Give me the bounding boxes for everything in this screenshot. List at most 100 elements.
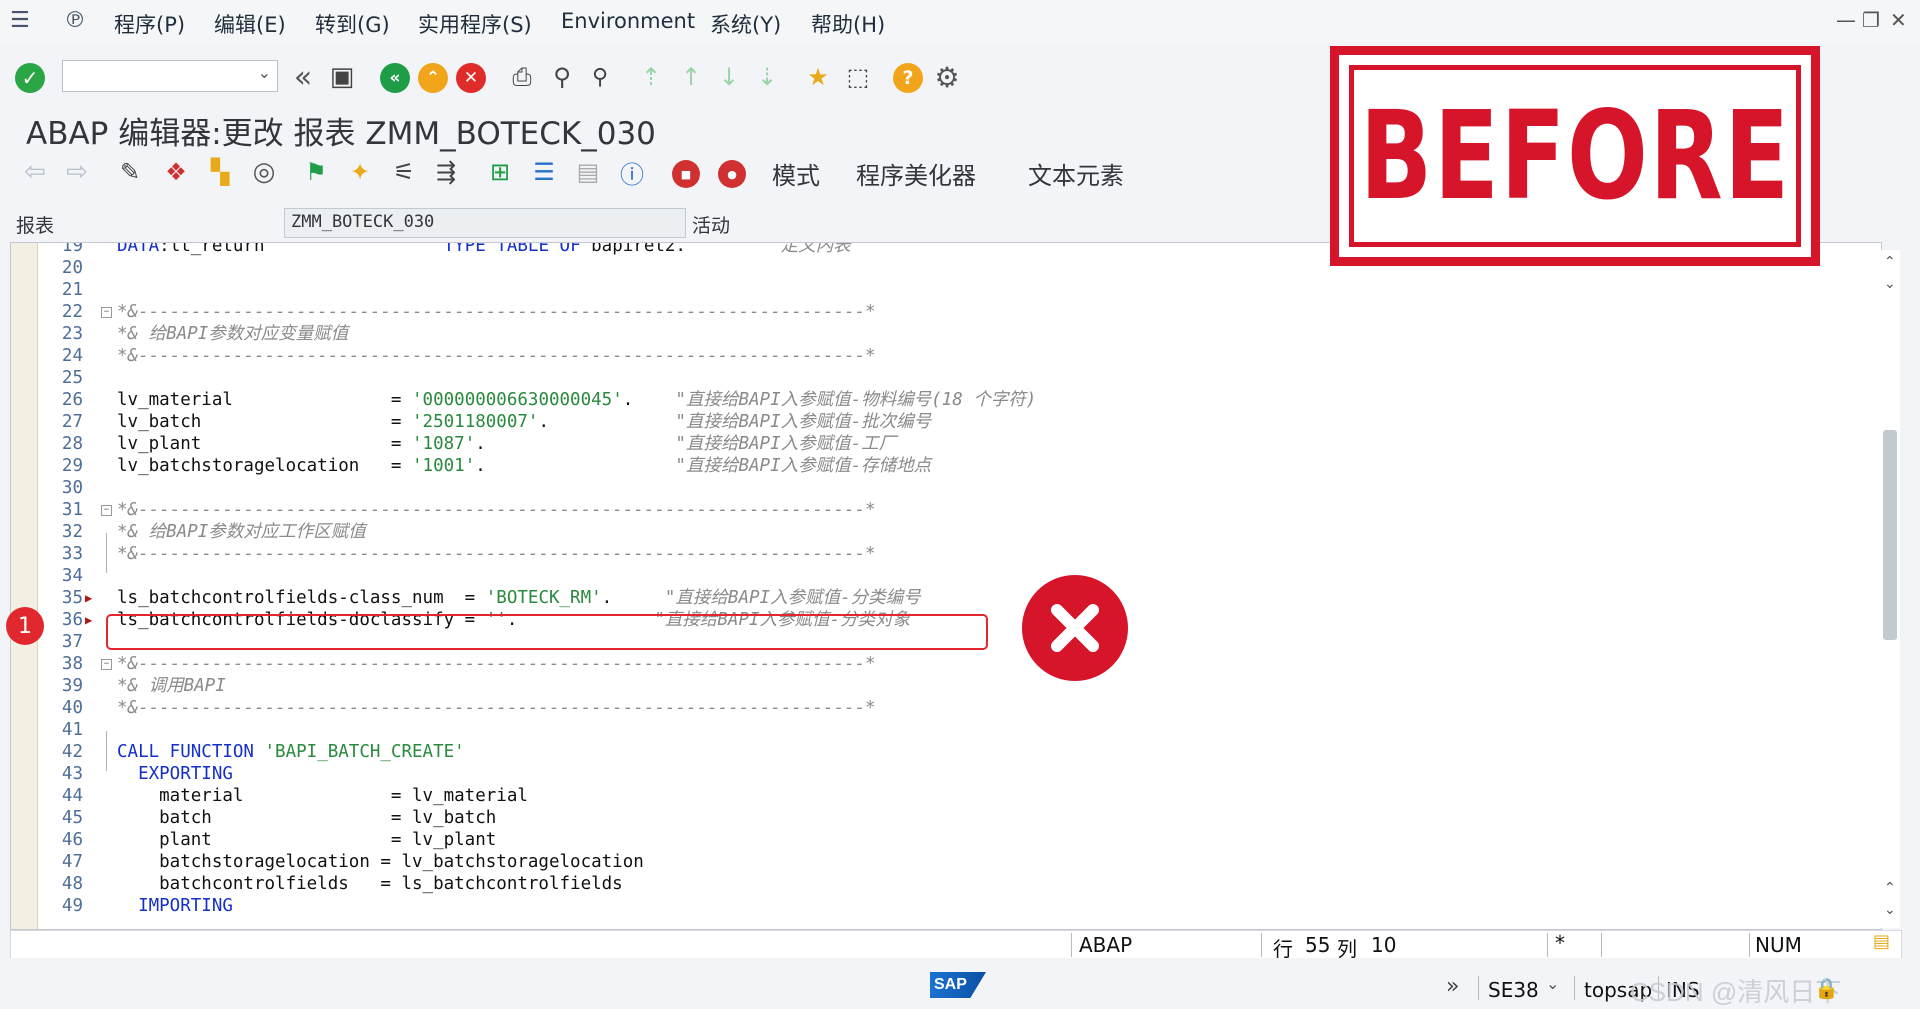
pretty-printer-button[interactable]: 程序美化器 (856, 156, 976, 191)
menu-utilities[interactable]: 实用程序(S) (418, 9, 532, 39)
display-change-icon[interactable]: ✎ (114, 156, 146, 188)
status-transaction[interactable]: SE38 (1488, 978, 1539, 1002)
cancel-icon[interactable]: ✕ (456, 63, 486, 93)
where-used-icon[interactable]: ⚟ (388, 156, 420, 188)
help-icon[interactable]: ? (893, 63, 923, 93)
line-code: *& 调用BAPI (117, 675, 226, 697)
chevron-down-icon[interactable]: ⌄ (1546, 974, 1559, 993)
code-token: batchcontrolfields = ls_batchcontrolfiel… (117, 874, 623, 894)
expand-status-icon[interactable]: » (1446, 974, 1459, 999)
layout-menu-icon[interactable]: ℗ (64, 8, 86, 33)
code-line[interactable]: 33 *&------------------------------------… (11, 543, 1871, 565)
scrollbar-thumb[interactable] (1883, 430, 1897, 640)
line-number: 32 (61, 522, 83, 542)
menu-edit[interactable]: 编辑(E) (214, 9, 286, 39)
exit-icon[interactable]: ⌃ (418, 63, 448, 93)
scroll-down-icon[interactable]: ⌄ (1884, 276, 1896, 292)
print-icon[interactable]: ⎙ (506, 60, 538, 94)
code-line[interactable]: 29 lv_batchstoragelocation = '1001'. "直接给… (11, 455, 1871, 477)
code-line[interactable]: 28 lv_plant = '1087'. "直接给BAPI入参赋值-工厂 (11, 433, 1871, 455)
vertical-scrollbar[interactable]: ⌃ ⌄ ⌃ ⌄ (1880, 250, 1900, 928)
menu-environment[interactable]: Environment (561, 9, 695, 33)
minimize-icon[interactable]: — (1836, 8, 1856, 32)
text-elements-button[interactable]: 文本元素 (1028, 156, 1124, 191)
fold-toggle-icon[interactable]: − (101, 659, 112, 670)
line-number: 24 (61, 346, 83, 366)
window-menu-icon[interactable]: ☰ (10, 8, 30, 33)
clipboard-icon[interactable]: ▤ (1873, 931, 1890, 952)
code-line[interactable]: 30 (11, 477, 1871, 499)
scroll-up-icon[interactable]: ⌃ (1884, 254, 1896, 270)
code-line[interactable]: 35 ▶ ls_batchcontrolfields-class_num = 'BO… (11, 587, 1871, 609)
check-icon[interactable]: ◎ (248, 156, 280, 188)
code-line[interactable]: 31 − *&-----------------------------------… (11, 499, 1871, 521)
save-icon[interactable]: ▣ (326, 60, 358, 94)
code-line[interactable]: 46 plant = lv_plant (11, 829, 1871, 851)
last-page-icon[interactable]: ⇣ (752, 60, 782, 94)
object-list-icon[interactable]: ⊞ (484, 156, 516, 188)
code-line[interactable]: 40 *&------------------------------------… (11, 697, 1871, 719)
code-line[interactable]: 49 IMPORTING (11, 895, 1871, 917)
navigation-icon[interactable]: ⇶ (430, 156, 462, 188)
code-line[interactable]: 22 − *&-----------------------------------… (11, 301, 1871, 323)
active-inactive-icon[interactable]: ❖ (160, 156, 192, 188)
find-icon[interactable]: ⚲ (546, 60, 578, 94)
fullscreen-icon[interactable]: ▤ (572, 156, 604, 188)
divider (1261, 933, 1262, 957)
settings-gear-icon[interactable]: ⚙ (930, 60, 964, 94)
scroll-page-up-icon[interactable]: ⌃ (1884, 880, 1896, 896)
forward-arrow-icon[interactable]: ⇨ (62, 156, 92, 188)
code-line[interactable]: 23 *& 给BAPI参数对应变量赋值 (11, 323, 1871, 345)
first-page-icon[interactable]: ⇡ (636, 60, 666, 94)
code-line[interactable]: 41 (11, 719, 1871, 741)
line-code: material = lv_material (117, 785, 528, 807)
code-line[interactable]: 32 *& 给BAPI参数对应工作区赋值 (11, 521, 1871, 543)
menu-system[interactable]: 系统(Y) (710, 9, 781, 39)
code-line[interactable]: 34 (11, 565, 1871, 587)
code-editor[interactable]: 19 DATA:lt_return TYPE TABLE OF bapiret2.… (10, 242, 1882, 930)
chevron-down-icon[interactable]: ⌄ (258, 63, 271, 82)
new-session-icon[interactable]: ★ (802, 60, 834, 94)
code-line[interactable]: 26 lv_material = '000000006630000045'. "直… (11, 389, 1871, 411)
set-breakpoint-icon[interactable]: ■ (672, 160, 700, 188)
find-next-icon[interactable]: ⚲ (584, 60, 616, 94)
history-back-icon[interactable]: « (288, 60, 318, 95)
code-line[interactable]: 43 EXPORTING (11, 763, 1871, 785)
close-icon[interactable]: ✕ (1890, 8, 1907, 32)
line-code: *&--------------------------------------… (117, 543, 876, 565)
code-line[interactable]: 25 (11, 367, 1871, 389)
test-magic-wand-icon[interactable]: ✦ (344, 156, 376, 188)
code-line[interactable]: 39 *& 调用BAPI (11, 675, 1871, 697)
code-line[interactable]: 24 *&------------------------------------… (11, 345, 1871, 367)
code-line[interactable]: 21 (11, 279, 1871, 301)
restore-icon[interactable]: ❐ (1862, 8, 1880, 32)
shortcut-icon[interactable]: ⬚ (842, 60, 874, 94)
code-line[interactable]: 38 − *&-----------------------------------… (11, 653, 1871, 675)
other-object-icon[interactable]: ▚ (204, 156, 236, 188)
code-line[interactable]: 47 batchstoragelocation = lv_batchstorag… (11, 851, 1871, 873)
command-field[interactable]: ⌄ (62, 60, 278, 92)
previous-page-icon[interactable]: ↑ (676, 60, 706, 94)
line-number: 27 (61, 412, 83, 432)
fold-toggle-icon[interactable]: − (101, 505, 112, 516)
next-page-icon[interactable]: ↓ (714, 60, 744, 94)
external-breakpoint-icon[interactable]: ● (718, 160, 746, 188)
code-line[interactable]: 27 lv_batch = '2501180007'. "直接给BAPI入参赋值-… (11, 411, 1871, 433)
scroll-page-down-icon[interactable]: ⌄ (1884, 902, 1896, 918)
menu-goto[interactable]: 转到(G) (315, 9, 390, 39)
code-line[interactable]: 45 batch = lv_batch (11, 807, 1871, 829)
enter-icon[interactable]: ✓ (15, 63, 45, 93)
back-arrow-icon[interactable]: ⇦ (20, 156, 50, 188)
fold-toggle-icon[interactable]: − (101, 307, 112, 318)
back-icon[interactable]: « (380, 63, 410, 93)
code-line[interactable]: 48 batchcontrolfields = ls_batchcontrolf… (11, 873, 1871, 895)
pattern-button[interactable]: 模式 (772, 156, 820, 191)
navigation-window-icon[interactable]: ☰ (528, 156, 560, 188)
code-line[interactable]: 42 CALL FUNCTION 'BAPI_BATCH_CREATE' (11, 741, 1871, 763)
divider (1478, 976, 1479, 1000)
code-line[interactable]: 44 material = lv_material (11, 785, 1871, 807)
menu-help[interactable]: 帮助(H) (811, 9, 885, 39)
info-icon[interactable]: ⓘ (616, 156, 648, 189)
activate-icon[interactable]: ⚑ (300, 156, 332, 188)
menu-program[interactable]: 程序(P) (114, 9, 185, 39)
